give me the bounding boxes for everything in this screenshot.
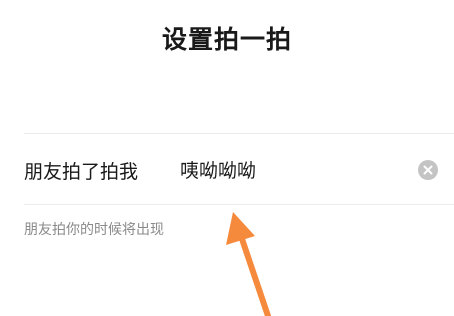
clear-button[interactable] (418, 160, 438, 180)
bottom-divider (24, 204, 454, 205)
tickle-label: 朋友拍了拍我 (24, 161, 139, 183)
page-title: 设置拍一拍 (161, 25, 292, 54)
clear-icon (423, 165, 433, 175)
top-divider (24, 133, 454, 134)
hint-text: 朋友拍你的时候将出现 (24, 222, 164, 238)
tickle-suffix-input[interactable] (180, 150, 400, 188)
